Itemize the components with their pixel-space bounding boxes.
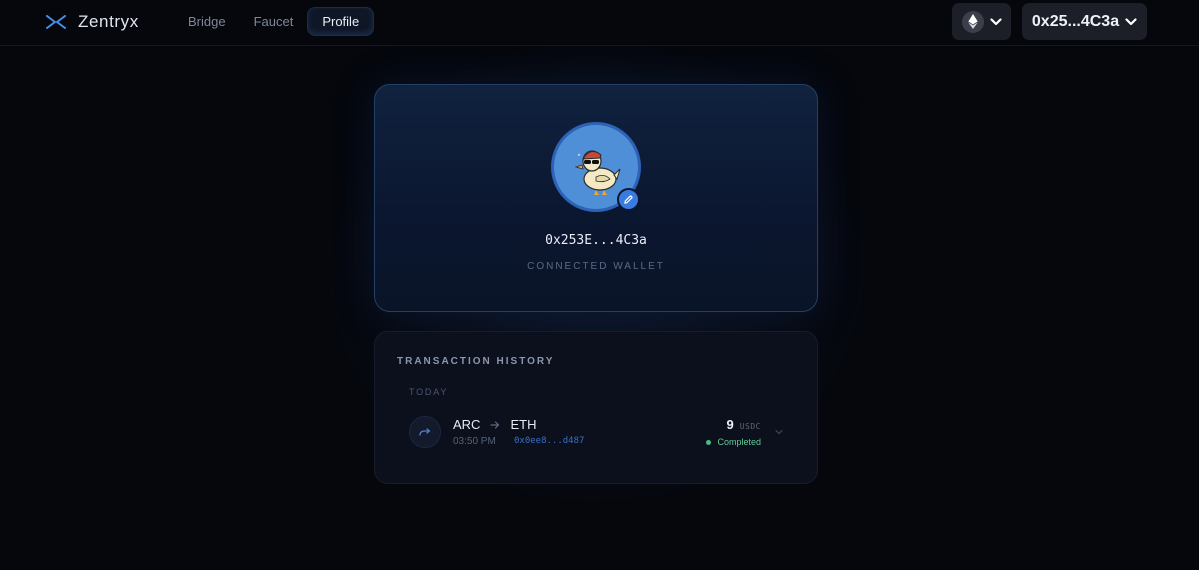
arrow-right-icon <box>490 420 500 429</box>
chain-selector-button[interactable] <box>952 3 1011 40</box>
status-text: Completed <box>717 437 761 447</box>
x-arrows-logo-icon <box>46 15 66 29</box>
wallet-caption: CONNECTED WALLET <box>527 261 665 272</box>
transaction-hash-link[interactable]: 0x0ee8...d487 <box>514 436 584 446</box>
main-nav: Bridge Faucet Profile <box>174 7 375 36</box>
brand[interactable]: Zentryx <box>46 10 139 34</box>
chevron-down-icon[interactable] <box>774 428 784 436</box>
destination-chain: ETH <box>510 417 537 432</box>
tab-faucet[interactable]: Faucet <box>240 7 308 36</box>
amount-value: 9 <box>726 417 734 432</box>
profile-card: 0x253E...4C3a CONNECTED WALLET <box>374 84 818 312</box>
date-group-label: TODAY <box>409 387 449 397</box>
transaction-amount: 9 USDC <box>727 417 762 432</box>
amount-unit: USDC <box>739 422 761 431</box>
wallet-address: 0x253E...4C3a <box>545 233 647 248</box>
avatar-container <box>551 122 641 212</box>
tab-profile[interactable]: Profile <box>307 7 375 36</box>
top-navigation-bar: Zentryx Bridge Faucet Profile 0x25...4C3… <box>0 0 1199 46</box>
tab-bridge[interactable]: Bridge <box>174 7 240 36</box>
transaction-history-card: TRANSACTION HISTORY TODAY ARC ETH 03:50 … <box>374 331 818 484</box>
transaction-row[interactable]: ARC ETH 03:50 PM 0x0ee8...d487 9 USDC Co… <box>375 412 819 452</box>
pencil-icon <box>624 195 633 204</box>
status-dot-icon <box>706 439 712 445</box>
wallet-menu-button[interactable]: 0x25...4C3a <box>1022 3 1147 40</box>
transaction-time: 03:50 PM <box>453 436 496 447</box>
edit-avatar-button[interactable] <box>617 188 640 211</box>
wallet-button-label: 0x25...4C3a <box>1031 12 1120 30</box>
chevron-down-icon <box>1125 17 1137 25</box>
status-badge: Completed <box>706 437 761 447</box>
brand-name: Zentryx <box>78 12 139 31</box>
bridge-transfer-icon <box>409 416 441 448</box>
ethereum-icon <box>961 10 984 33</box>
section-title: TRANSACTION HISTORY <box>397 356 555 367</box>
source-chain: ARC <box>453 417 481 432</box>
transaction-route: ARC ETH <box>453 417 536 432</box>
chevron-down-icon <box>989 17 1002 25</box>
